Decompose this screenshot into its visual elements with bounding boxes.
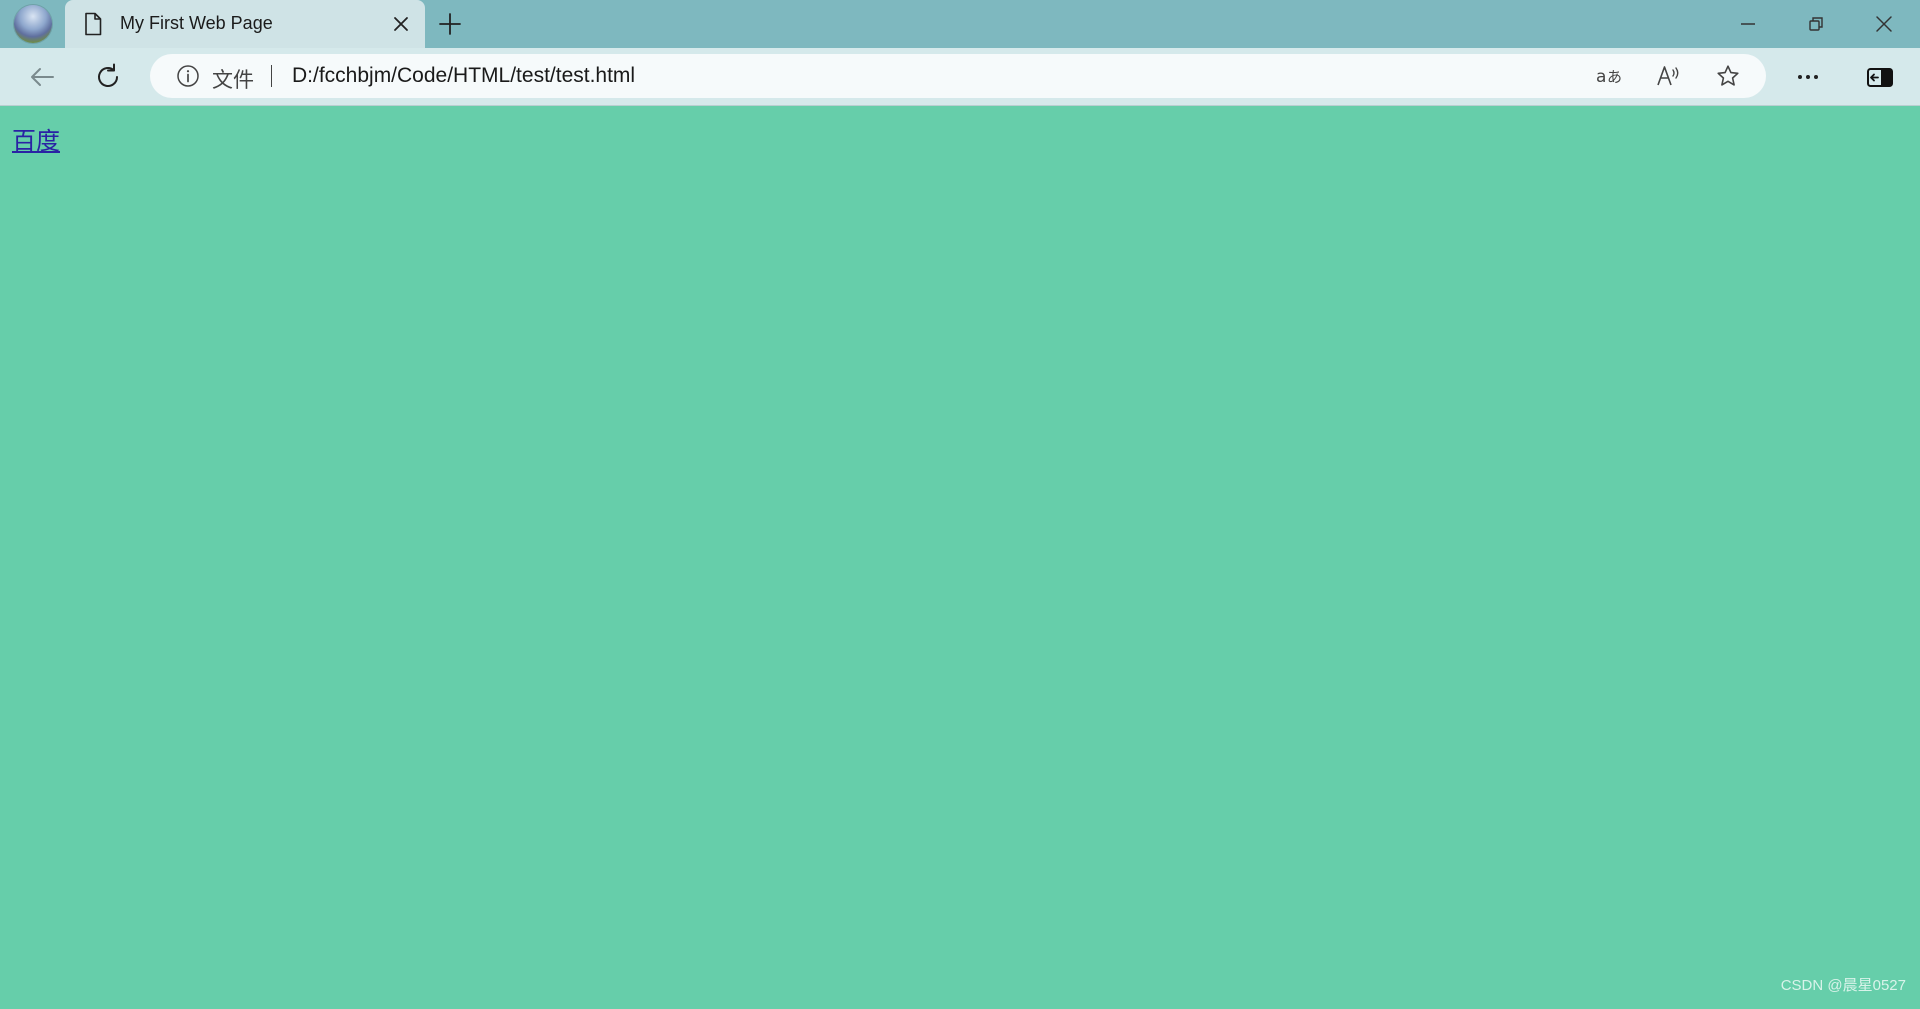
browser-window: My First Web Page 文件 D:/fcchbjm/Code/HTM… — [0, 0, 1920, 1009]
refresh-icon[interactable] — [92, 61, 124, 93]
star-icon[interactable] — [1716, 64, 1740, 88]
page-content: 百度 CSDN @晨星0527 — [0, 106, 1920, 1009]
tab-strip: My First Web Page — [0, 0, 1920, 48]
restore-icon[interactable] — [1804, 12, 1828, 36]
tab-active[interactable]: My First Web Page — [65, 0, 425, 48]
profile-avatar[interactable] — [14, 5, 52, 43]
scheme-label: 文件 — [212, 69, 254, 92]
tab-title: My First Web Page — [120, 13, 273, 33]
translate-icon[interactable]: a あ — [1596, 64, 1622, 88]
toolbar: 文件 D:/fcchbjm/Code/HTML/test/test.html a… — [0, 48, 1920, 106]
svg-text:あ: あ — [1607, 68, 1622, 86]
url-text[interactable]: D:/fcchbjm/Code/HTML/test/test.html — [292, 64, 635, 88]
address-separator — [271, 65, 272, 87]
minimize-icon[interactable] — [1736, 12, 1760, 36]
window-close-icon[interactable] — [1872, 12, 1896, 36]
sidebar-icon[interactable] — [1864, 61, 1896, 93]
watermark: CSDN @晨星0527 — [1780, 977, 1906, 994]
back-arrow-icon[interactable] — [26, 61, 58, 93]
more-icon[interactable] — [1792, 61, 1824, 93]
plus-icon[interactable] — [438, 12, 462, 36]
svg-text:a: a — [1596, 67, 1606, 87]
page-icon — [83, 12, 103, 36]
info-icon[interactable] — [176, 64, 200, 88]
baidu-link[interactable]: 百度 — [12, 121, 60, 156]
address-bar[interactable]: 文件 D:/fcchbjm/Code/HTML/test/test.html a… — [150, 54, 1766, 98]
close-icon[interactable] — [391, 14, 411, 34]
read-aloud-icon[interactable] — [1656, 64, 1680, 88]
